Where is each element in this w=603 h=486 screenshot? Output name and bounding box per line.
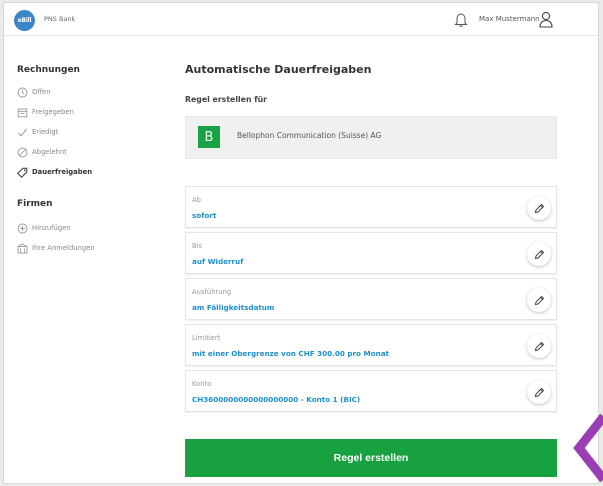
sidebar-heading-firmen: Firmen [17, 199, 53, 209]
setting-row-bis: Bis auf Widerruf [185, 232, 557, 274]
sidebar-item-erledigt[interactable]: Erledigt [17, 125, 58, 139]
setting-value: auf Widerruf [192, 257, 244, 266]
setting-label: Ausführung [192, 288, 232, 296]
setting-value: mit einer Obergrenze von CHF 300.00 pro … [192, 349, 389, 358]
sidebar-item-hinzufuegen[interactable]: Hinzufügen [17, 221, 71, 235]
section-subtitle: Regel erstellen für [185, 95, 268, 104]
edit-bis-button[interactable] [527, 242, 551, 266]
company-name: Bellophon Communication (Suisse) AG [237, 131, 382, 140]
setting-row-limitiert: Limitiert mit einer Obergrenze von CHF 3… [185, 324, 557, 366]
sidebar-item-label: Erledigt [32, 128, 59, 136]
sidebar-item-ihre-anmeldungen[interactable]: Ihre Anmeldungen [17, 241, 95, 255]
check-icon [18, 127, 28, 137]
sidebar-item-dauerfreigaben[interactable]: Dauerfreigaben [17, 165, 92, 179]
company-card: B Bellophon Communication (Suisse) AG [185, 116, 557, 159]
pencil-icon [534, 249, 544, 259]
setting-value: CH3600000000000000000 - Konto 1 (BIC) [192, 395, 361, 404]
pencil-icon [534, 203, 544, 213]
company-logo: B [198, 126, 220, 148]
bank-name: PNS Bank [44, 15, 76, 23]
edit-konto-button[interactable] [527, 380, 551, 404]
plus-circle-icon [17, 223, 28, 233]
tag-icon [17, 167, 28, 178]
building-icon [17, 242, 28, 253]
setting-row-ausfuehrung: Ausführung am Fälligkeitsdatum [185, 278, 557, 320]
sidebar-item-label: Ihre Anmeldungen [32, 244, 95, 252]
sidebar-item-label: Offen [32, 88, 51, 96]
setting-label: Ab [192, 196, 201, 204]
sidebar-item-label: Hinzufügen [32, 224, 71, 232]
sidebar-item-label: Dauerfreigaben [32, 168, 93, 176]
pencil-icon [534, 387, 544, 397]
user-icon[interactable] [539, 11, 553, 28]
edit-ab-button[interactable] [527, 196, 551, 220]
setting-label: Limitiert [192, 334, 221, 342]
sidebar-item-offen[interactable]: Offen [17, 85, 51, 99]
edit-ausfuehrung-button[interactable] [527, 288, 551, 312]
pencil-icon [534, 341, 544, 351]
edit-limitiert-button[interactable] [527, 334, 551, 358]
clock-icon [17, 87, 28, 97]
sidebar-item-label: Freigegeben [32, 108, 74, 116]
setting-value: am Fälligkeitsdatum [192, 303, 275, 312]
ebill-logo[interactable]: eBill [14, 10, 35, 31]
bell-icon[interactable] [454, 12, 468, 28]
prohibited-icon [17, 147, 28, 157]
pencil-icon [534, 295, 544, 305]
top-header: eBill PNS Bank Max Mustermann [4, 3, 598, 36]
sidebar: Rechnungen Offen Freigegeben Erledigt Ab… [4, 37, 174, 483]
setting-row-ab: Ab sofort [185, 186, 557, 228]
setting-value: sofort [192, 211, 217, 220]
calendar-icon [17, 108, 28, 117]
setting-row-konto: Konto CH3600000000000000000 - Konto 1 (B… [185, 370, 557, 412]
user-name[interactable]: Max Mustermann [479, 15, 540, 23]
page-title: Automatische Dauerfreigaben [185, 63, 372, 76]
sidebar-item-freigegeben[interactable]: Freigegeben [17, 105, 74, 119]
create-rule-button[interactable]: Regel erstellen [185, 439, 557, 477]
sidebar-item-abgelehnt[interactable]: Abgelehnt [17, 145, 67, 159]
chevron-left-icon [573, 413, 603, 483]
setting-label: Bis [192, 242, 203, 250]
sidebar-heading-rechnungen: Rechnungen [17, 65, 80, 75]
setting-label: Konto [192, 380, 212, 388]
sidebar-item-label: Abgelehnt [32, 148, 67, 156]
rule-settings-list: Ab sofort Bis auf Widerruf Ausführung am… [185, 186, 557, 416]
app-window: eBill PNS Bank Max Mustermann Rechnungen… [3, 2, 599, 484]
